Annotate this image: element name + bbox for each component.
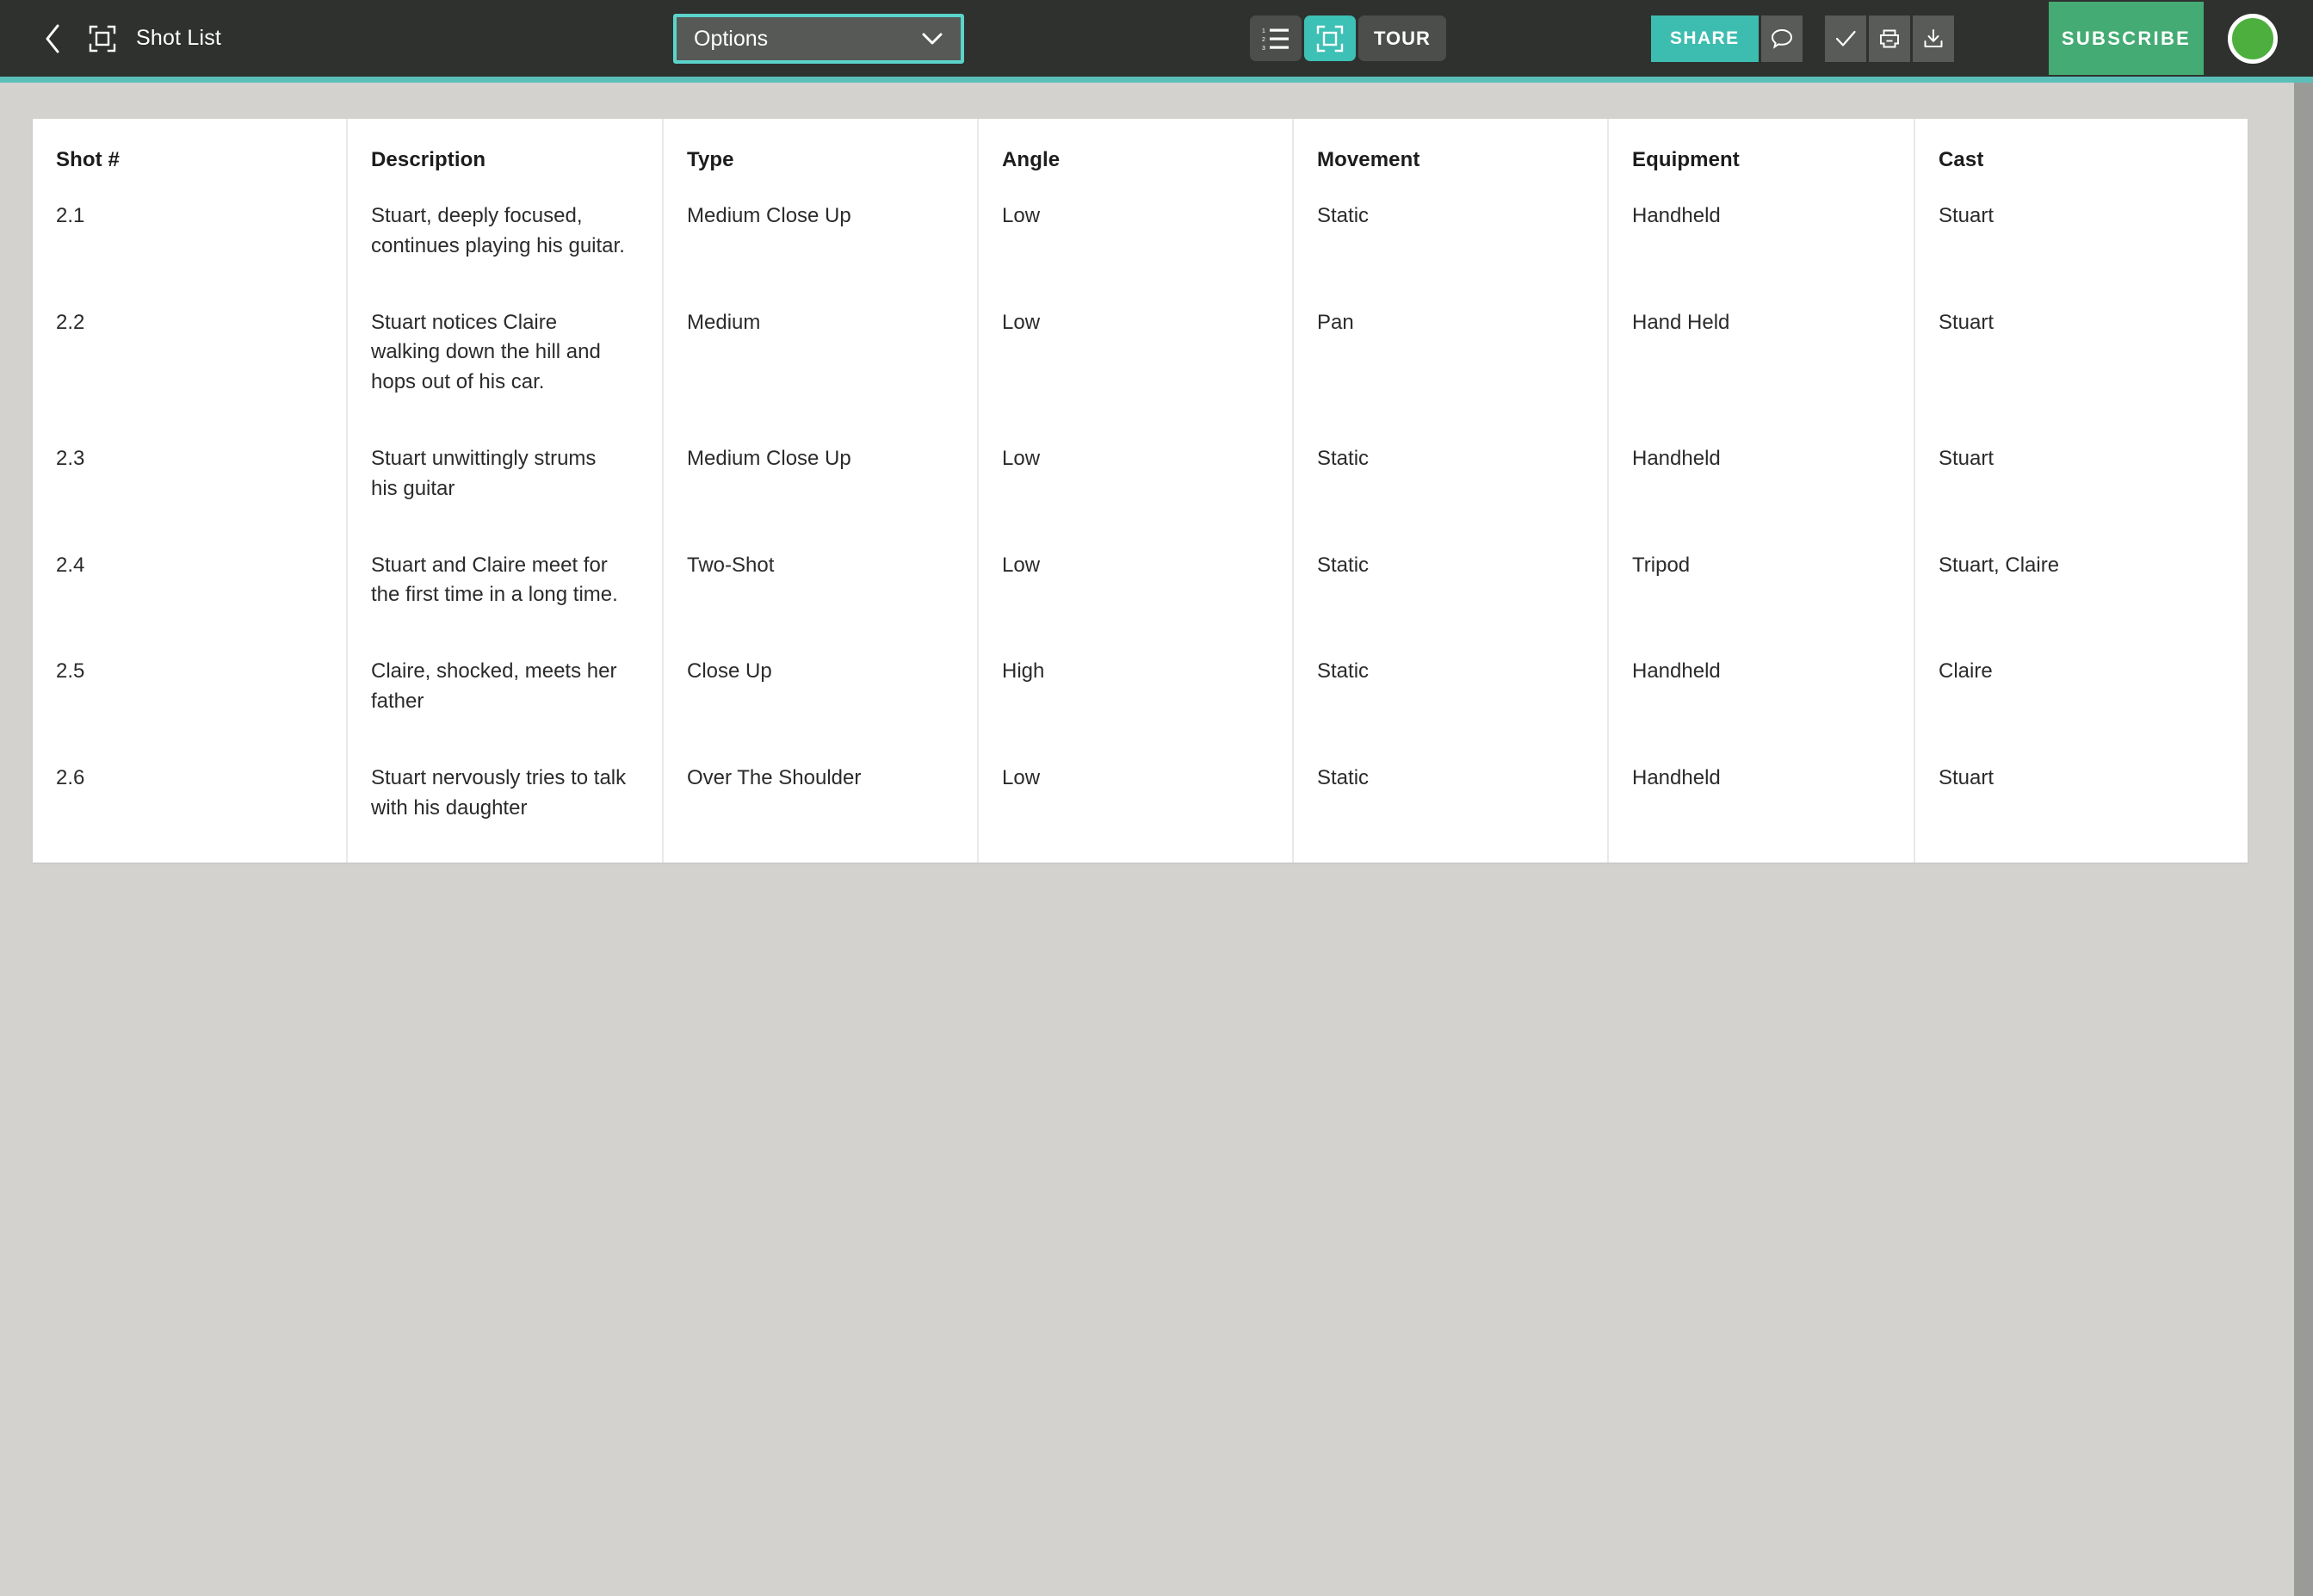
table-row[interactable]: 2.5 Claire, shocked, meets her father Cl… [33,650,2248,757]
view-toggle-group: 1 2 3 TOUR [1250,15,1446,61]
column-header-equipment[interactable]: Equipment [1608,119,1915,195]
download-icon [1924,29,1943,47]
list-view-toggle[interactable]: 1 2 3 [1250,15,1302,61]
avatar[interactable] [2228,14,2278,64]
cell-shot[interactable]: 2.4 [33,543,348,651]
cell-equipment[interactable]: Handheld [1608,650,1915,757]
chevron-left-icon [46,24,59,53]
table-header-row: Shot # Description Type Angle Movement E… [33,119,2248,195]
cell-cast[interactable]: Claire [1914,650,2248,757]
cell-cast[interactable]: Stuart [1914,301,2248,437]
table-body: 2.1 Stuart, deeply focused, continues pl… [33,195,2248,863]
print-button[interactable] [1868,15,1910,62]
cell-cast[interactable]: Stuart, Claire [1914,544,2248,651]
cell-cast[interactable]: Stuart [1914,195,2248,301]
approve-button[interactable] [1824,15,1866,62]
column-header-shot[interactable]: Shot # [33,119,348,195]
chevron-down-icon [922,33,943,45]
options-select-value: Options [694,26,769,51]
cell-type[interactable]: Two-Shot [663,543,979,651]
cell-equipment[interactable]: Tripod [1608,543,1915,651]
checkmark-icon [1835,30,1856,46]
cell-equipment[interactable]: Handheld [1608,195,1915,301]
cell-type[interactable]: Over The Shoulder [663,756,979,863]
cell-movement[interactable]: Static [1293,543,1609,651]
cell-movement[interactable]: Static [1293,756,1609,863]
cell-description[interactable]: Stuart nervously tries to talk with his … [347,756,664,863]
svg-text:3: 3 [1262,46,1265,51]
printer-icon [1879,29,1899,48]
cell-angle[interactable]: Low [978,195,1294,301]
numbered-list-icon: 1 2 3 [1262,28,1289,51]
cell-movement[interactable]: Static [1293,650,1609,757]
cell-angle[interactable]: Low [978,756,1294,863]
cell-angle[interactable]: High [978,650,1294,757]
tour-button[interactable]: TOUR [1358,15,1446,61]
subscribe-button[interactable]: SUBSCRIBE [2049,2,2204,75]
download-button[interactable] [1912,15,1954,62]
page-title: Shot List [136,26,222,50]
column-header-cast[interactable]: Cast [1914,119,2248,195]
cell-angle[interactable]: Low [978,300,1294,437]
options-select[interactable]: Options [673,14,964,64]
cell-cast[interactable]: Stuart [1914,437,2248,544]
cell-movement[interactable]: Static [1293,195,1609,301]
svg-text:1: 1 [1262,28,1265,34]
storyboard-view-toggle[interactable] [1304,15,1356,61]
cell-type[interactable]: Medium [663,300,979,437]
column-header-description[interactable]: Description [347,119,664,195]
table-row[interactable]: 2.1 Stuart, deeply focused, continues pl… [33,195,2248,301]
top-toolbar: Shot List Options 1 2 3 TOUR SHARE SUBSC… [0,0,2313,77]
comment-bubble-icon [1771,28,1792,49]
cell-shot[interactable]: 2.6 [33,756,348,863]
column-header-movement[interactable]: Movement [1293,119,1609,195]
shot-list-card: Shot # Description Type Angle Movement E… [33,119,2248,863]
share-button[interactable]: SHARE [1651,15,1759,62]
cell-description[interactable]: Stuart unwittingly strums his guitar [347,436,664,544]
cell-type[interactable]: Medium Close Up [663,436,979,544]
column-header-type[interactable]: Type [663,119,979,195]
cell-movement[interactable]: Pan [1293,300,1609,437]
back-button[interactable] [38,22,67,56]
table-row[interactable]: 2.3 Stuart unwittingly strums his guitar… [33,436,2248,544]
cell-shot[interactable]: 2.2 [33,300,348,437]
cell-equipment[interactable]: Handheld [1608,756,1915,863]
toolbar-accent-bar [0,77,2313,83]
table-row[interactable]: 2.2 Stuart notices Claire walking down t… [33,300,2248,437]
cell-shot[interactable]: 2.3 [33,436,348,544]
cell-equipment[interactable]: Hand Held [1608,300,1915,437]
vertical-scrollbar[interactable] [2294,83,2313,1596]
frame-crop-icon [1316,25,1344,52]
content-area: Shot # Description Type Angle Movement E… [0,83,2313,1596]
cell-type[interactable]: Medium Close Up [663,195,979,301]
toolbar-left-group: Shot List [0,22,221,56]
table-row[interactable]: 2.6 Stuart nervously tries to talk with … [33,756,2248,863]
column-header-angle[interactable]: Angle [978,119,1294,195]
cell-description[interactable]: Stuart and Claire meet for the first tim… [347,543,664,651]
options-dropdown-wrapper: Options [673,14,964,64]
svg-text:2: 2 [1262,37,1265,43]
shot-list-table: Shot # Description Type Angle Movement E… [33,119,2248,863]
cell-equipment[interactable]: Handheld [1608,436,1915,544]
cell-angle[interactable]: Low [978,436,1294,544]
toolbar-right-group: SHARE [1651,15,1954,62]
cell-shot[interactable]: 2.1 [33,195,348,301]
cell-shot[interactable]: 2.5 [33,650,348,757]
cell-angle[interactable]: Low [978,543,1294,651]
cell-movement[interactable]: Static [1293,436,1609,544]
frame-crop-icon [88,24,117,53]
comment-button[interactable] [1760,15,1803,62]
cell-description[interactable]: Stuart notices Claire walking down the h… [347,300,664,437]
table-row[interactable]: 2.4 Stuart and Claire meet for the first… [33,543,2248,651]
cell-type[interactable]: Close Up [663,650,979,757]
cell-description[interactable]: Claire, shocked, meets her father [347,650,664,757]
table-header: Shot # Description Type Angle Movement E… [33,119,2248,195]
cell-cast[interactable]: Stuart [1914,757,2248,863]
cell-description[interactable]: Stuart, deeply focused, continues playin… [347,195,664,301]
